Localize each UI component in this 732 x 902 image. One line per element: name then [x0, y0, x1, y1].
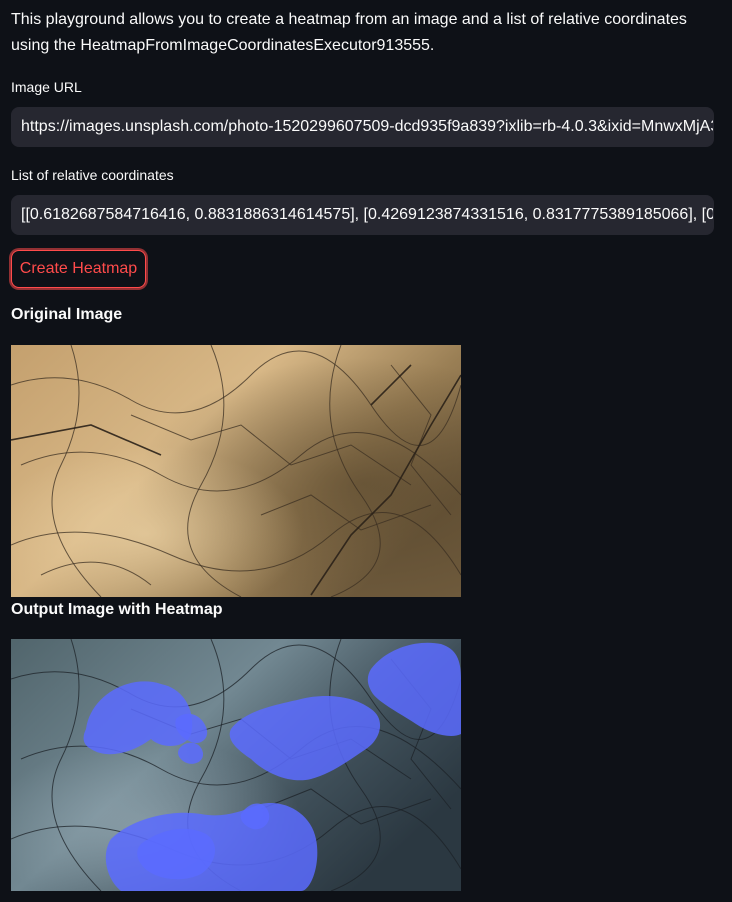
output-image-heading: Output Image with Heatmap [11, 601, 223, 618]
coordinates-label: List of relative coordinates [11, 167, 174, 183]
image-url-input[interactable] [11, 107, 714, 147]
image-url-label: Image URL [11, 79, 82, 95]
original-image-heading: Original Image [11, 306, 123, 323]
original-image [11, 345, 461, 597]
output-heatmap-image [11, 639, 461, 891]
intro-text: This playground allows you to create a h… [11, 11, 687, 54]
coordinates-input[interactable] [11, 195, 714, 235]
create-heatmap-button[interactable]: Create Heatmap [11, 250, 146, 288]
